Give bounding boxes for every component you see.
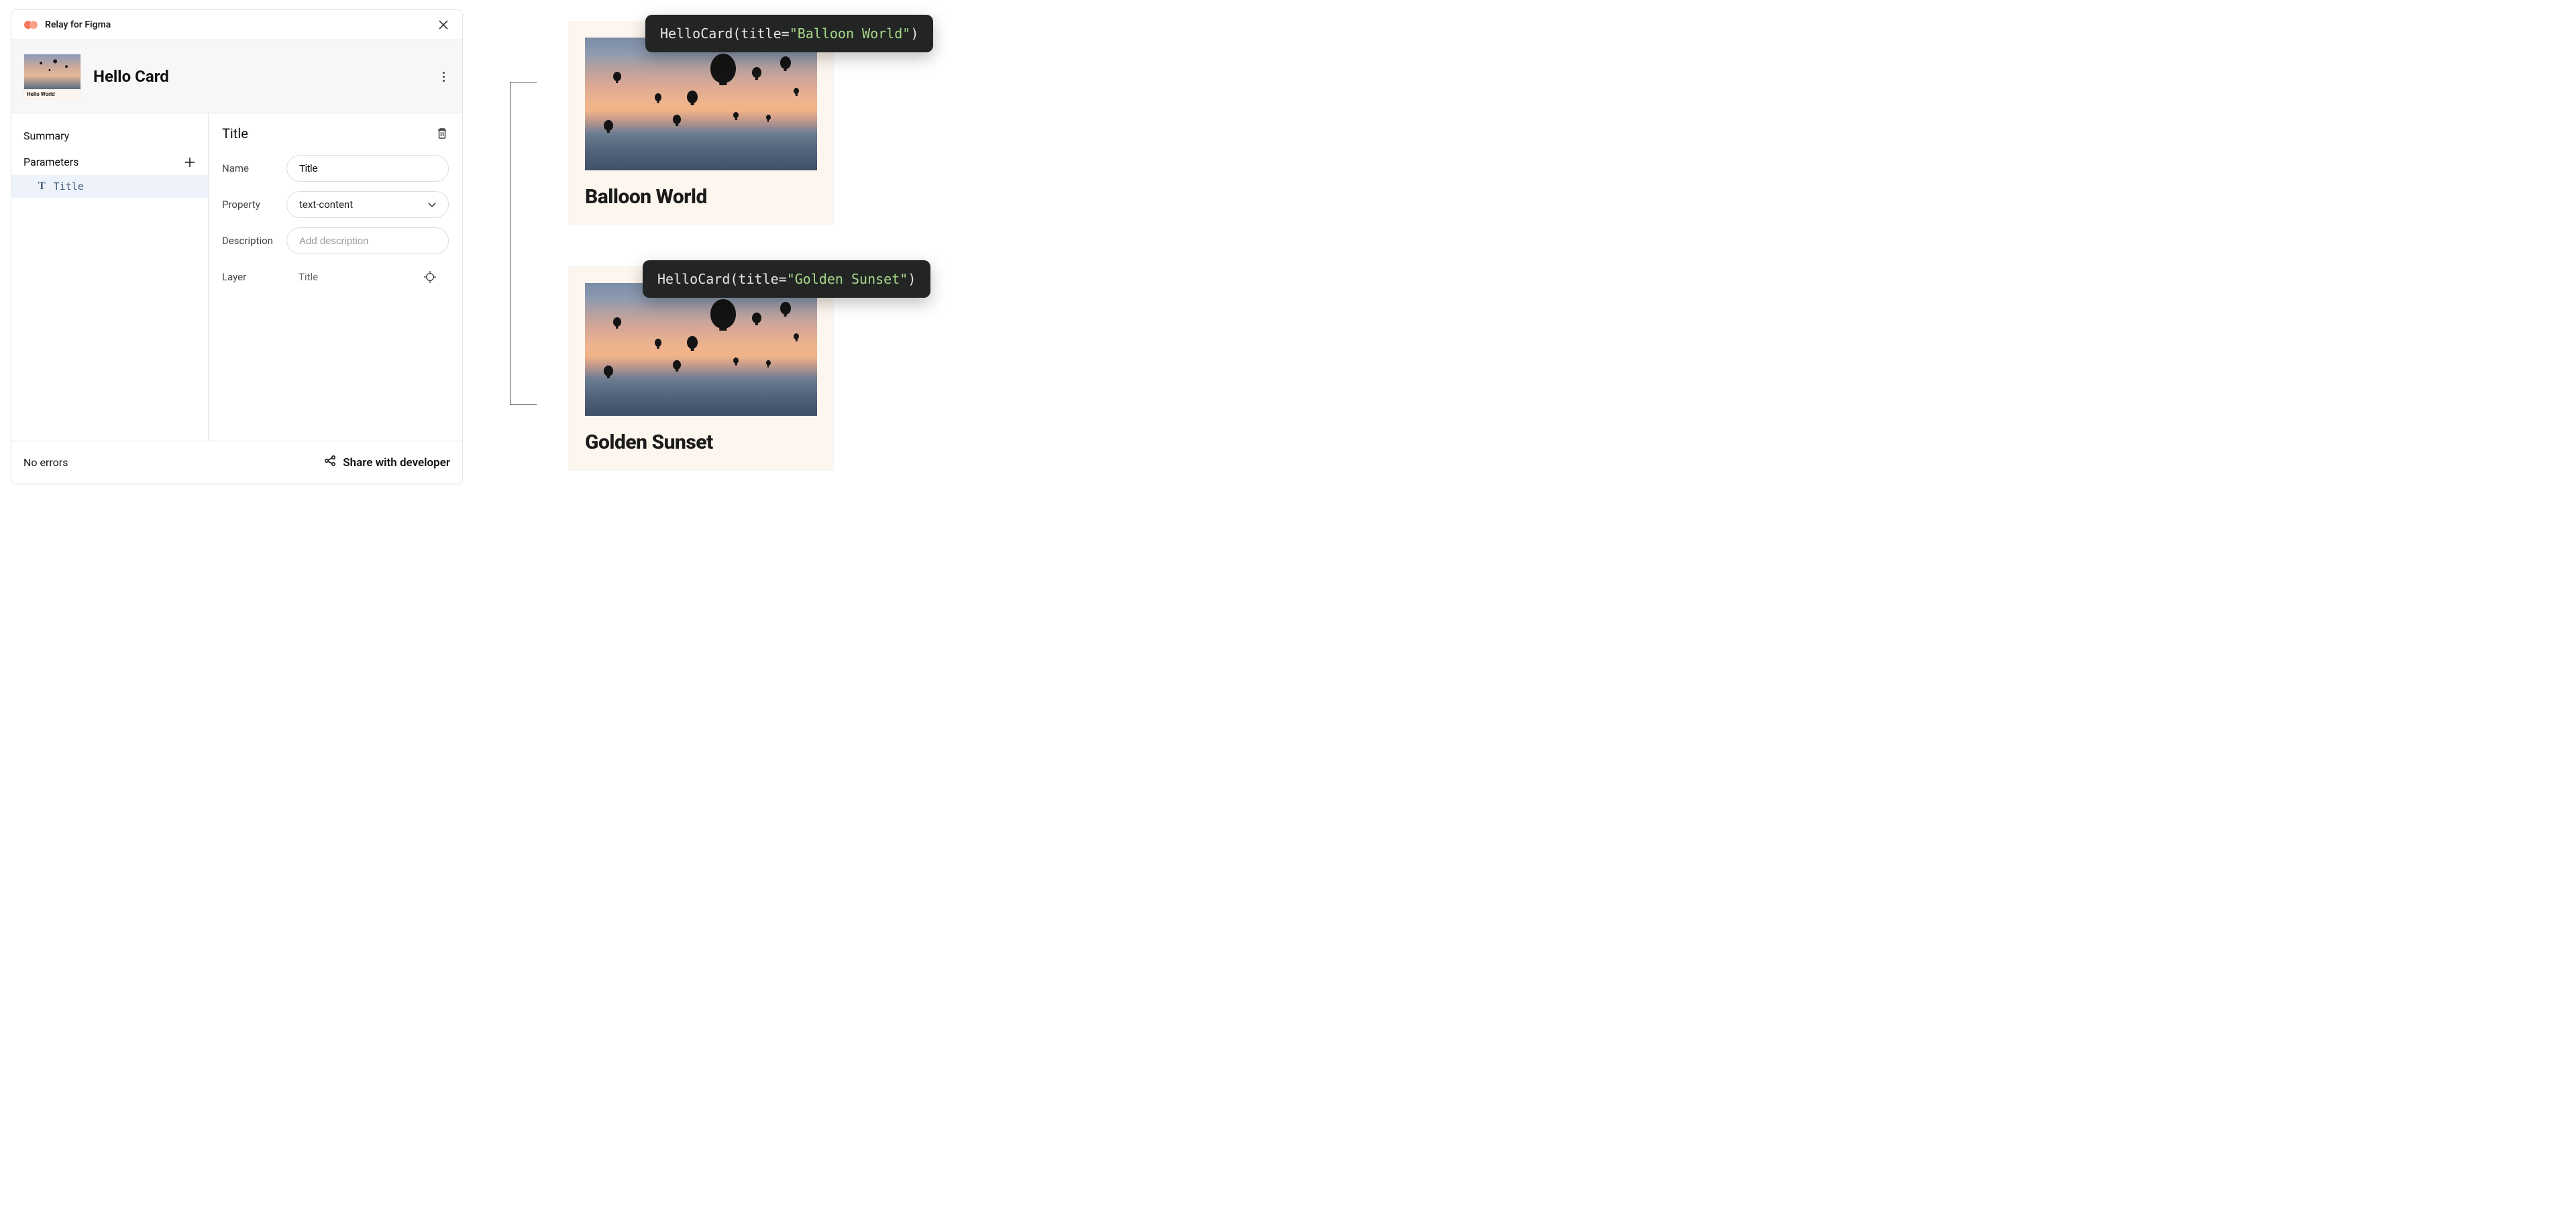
sidebar-param-title[interactable]: T Title <box>11 175 208 198</box>
property-value: text-content <box>299 199 353 211</box>
delete-icon[interactable] <box>435 127 449 140</box>
sidebar-summary[interactable]: Summary <box>11 123 208 149</box>
relay-panel: Relay for Figma Hello World Hello Card S… <box>11 9 463 484</box>
text-type-icon: T <box>38 180 46 192</box>
panel-footer: No errors Share with developer <box>11 441 462 484</box>
card-image <box>585 283 817 416</box>
description-field-label: Description <box>222 235 286 247</box>
more-menu-icon[interactable] <box>437 72 450 82</box>
detail-heading: Title <box>222 125 248 142</box>
code-badge-2: HelloCard(title="Golden Sunset") <box>643 260 930 298</box>
component-title: Hello Card <box>93 67 425 86</box>
property-field-label: Property <box>222 199 286 211</box>
relay-logo-icon <box>23 19 40 30</box>
property-select[interactable]: text-content <box>286 191 449 218</box>
sidebar: Summary Parameters T Title <box>11 113 209 441</box>
component-thumbnail: Hello World <box>23 54 81 99</box>
sidebar-parameters-header: Parameters <box>11 149 208 175</box>
code-badge-1: HelloCard(title="Balloon World") <box>645 15 933 52</box>
sidebar-param-label: Title <box>54 180 84 192</box>
panel-header: Relay for Figma <box>11 10 462 40</box>
component-header: Hello World Hello Card <box>11 40 462 113</box>
card-title: Golden Sunset <box>585 431 817 454</box>
share-label: Share with developer <box>343 456 450 469</box>
share-with-developer-button[interactable]: Share with developer <box>324 455 450 470</box>
thumbnail-caption: Hello World <box>24 89 80 99</box>
layer-value: Title <box>299 271 318 283</box>
description-input[interactable] <box>286 227 449 254</box>
card-image <box>585 38 817 170</box>
name-field-label: Name <box>222 162 286 174</box>
chevron-down-icon <box>428 199 436 211</box>
plugin-name: Relay for Figma <box>45 19 111 30</box>
connector-bracket <box>510 82 537 405</box>
name-input[interactable] <box>286 155 449 182</box>
add-parameter-icon[interactable] <box>184 156 196 168</box>
card-title: Balloon World <box>585 185 817 209</box>
close-icon[interactable] <box>437 18 450 32</box>
sidebar-parameters-label: Parameters <box>23 156 78 168</box>
share-icon <box>324 455 336 470</box>
footer-status: No errors <box>23 456 68 469</box>
detail-pane: Title Name Property text-content <box>209 113 462 441</box>
target-layer-icon[interactable] <box>423 270 437 284</box>
layer-field-label: Layer <box>222 271 286 283</box>
